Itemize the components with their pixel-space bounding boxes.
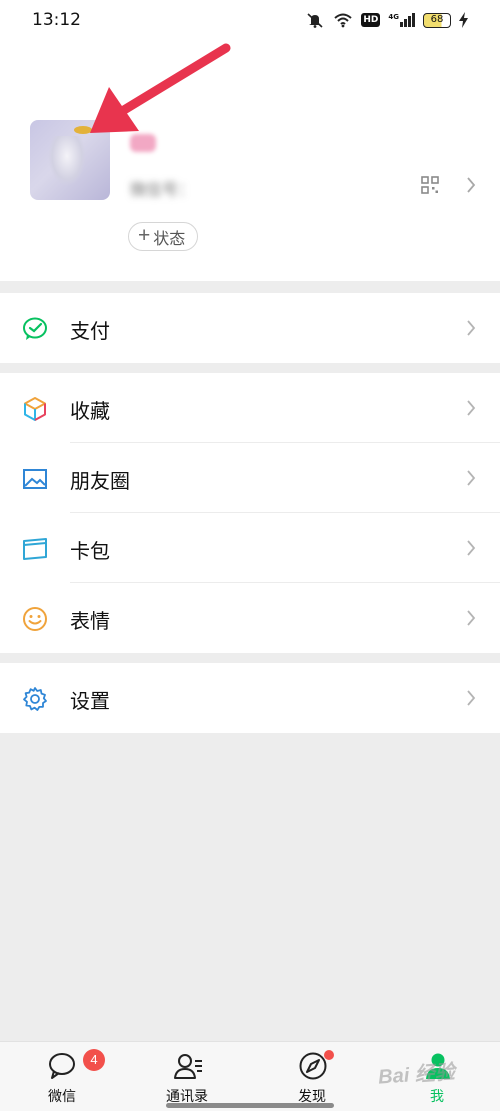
- tab-contacts[interactable]: 通讯录: [137, 1042, 237, 1111]
- wifi-icon: [334, 13, 353, 28]
- chevron-right-icon: [467, 400, 476, 416]
- chevron-right-icon: [467, 470, 476, 486]
- profile-header[interactable]: 微信号： + 状态: [0, 40, 500, 281]
- hd-badge: HD: [361, 13, 381, 27]
- avatar-bee: [74, 126, 92, 134]
- menu-item-pay[interactable]: 支付: [0, 293, 500, 363]
- menu-label-favorites: 收藏: [70, 401, 110, 423]
- status-time: 13:12: [32, 10, 81, 30]
- contacts-icon: [174, 1054, 202, 1079]
- menu-label-stickers: 表情: [70, 611, 110, 633]
- smile-icon: [23, 607, 47, 631]
- menu-item-favorites[interactable]: 收藏: [0, 373, 500, 443]
- battery-indicator: 68: [423, 12, 451, 28]
- menu-label-moments: 朋友圈: [70, 471, 130, 493]
- status-icons: HD 4G 68: [305, 12, 468, 28]
- gear-icon: [23, 687, 47, 711]
- qr-code-icon[interactable]: [421, 176, 439, 194]
- menu-label-settings: 设置: [70, 691, 110, 713]
- discover-notification-dot: [324, 1050, 334, 1060]
- card-icon: [23, 538, 47, 560]
- tab-label-chats: 微信: [48, 1088, 76, 1104]
- watermark: Bai 经验: [377, 1061, 456, 1089]
- chevron-right-icon: [467, 690, 476, 706]
- add-status-button[interactable]: + 状态: [128, 222, 199, 251]
- avatar-figure: [48, 136, 86, 186]
- plus-icon: +: [138, 224, 151, 247]
- wechat-pay-icon: [23, 317, 47, 340]
- unread-badge: 4: [83, 1049, 105, 1071]
- nickname-blurred: [130, 134, 156, 152]
- tab-discover[interactable]: 发现: [262, 1042, 362, 1111]
- menu-item-settings[interactable]: 设置: [0, 663, 500, 733]
- signal-icon: 4G: [388, 13, 415, 27]
- menu-group-main: 收藏 朋友圈 卡包 表情: [0, 373, 500, 653]
- chevron-right-icon: [467, 540, 476, 556]
- charging-icon: [459, 12, 468, 28]
- cube-icon: [24, 397, 46, 421]
- menu-label-cards: 卡包: [70, 541, 110, 563]
- chevron-right-icon[interactable]: [466, 177, 476, 193]
- tab-label-me: 我: [430, 1088, 444, 1104]
- home-indicator[interactable]: [166, 1103, 334, 1108]
- menu-group-settings: 设置: [0, 663, 500, 733]
- avatar[interactable]: [30, 120, 110, 200]
- status-button-label: 状态: [153, 230, 186, 248]
- wechat-id-blurred: 微信号：: [130, 180, 195, 199]
- menu-item-stickers[interactable]: 表情: [0, 583, 500, 653]
- image-icon: [23, 469, 47, 489]
- chevron-right-icon: [467, 320, 476, 336]
- tab-chats[interactable]: 4 微信: [12, 1042, 112, 1111]
- mute-icon: [307, 13, 323, 28]
- menu-item-moments[interactable]: 朋友圈: [0, 443, 500, 513]
- chevron-right-icon: [467, 610, 476, 626]
- status-bar: 13:12 HD 4G 68: [0, 0, 500, 40]
- menu-group-pay: 支付: [0, 293, 500, 363]
- menu-item-cards[interactable]: 卡包: [0, 513, 500, 583]
- chat-icon: [49, 1053, 75, 1079]
- menu-label-pay: 支付: [70, 321, 110, 343]
